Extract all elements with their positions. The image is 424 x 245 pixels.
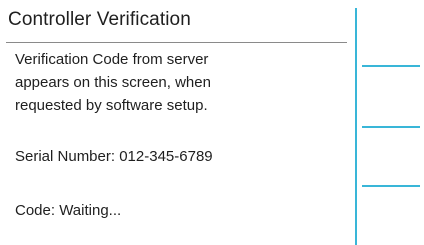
message-line-3: requested by software setup. (15, 97, 208, 114)
serial-number-label: Serial Number: (15, 148, 116, 165)
page-title: Controller Verification (8, 9, 191, 30)
softkey-2[interactable] (362, 126, 420, 128)
code-label: Code: (15, 202, 56, 219)
message-line-2: appears on this screen, when (15, 74, 211, 91)
softkey-panel-divider (355, 8, 357, 245)
message-line-1: Verification Code from server (15, 51, 209, 68)
serial-number-value: 012-345-6789 (119, 148, 213, 165)
code-value: Waiting... (59, 202, 122, 219)
softkey-1[interactable] (362, 65, 420, 67)
title-divider (6, 42, 347, 43)
softkey-3[interactable] (362, 185, 420, 187)
code-row: Code: Waiting... (15, 199, 121, 222)
serial-number-row: Serial Number: 012-345-6789 (15, 145, 213, 168)
verification-screen: Controller Verification Verification Cod… (0, 0, 424, 245)
